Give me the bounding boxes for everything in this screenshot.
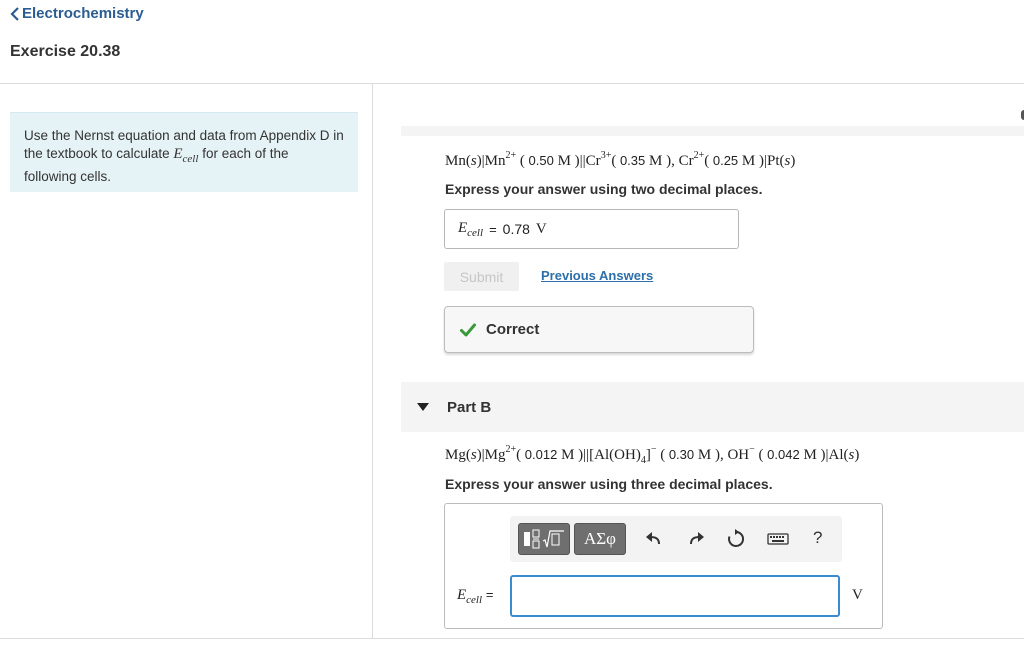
- eq-a-end: ): [790, 153, 796, 169]
- eq-a-t1: Mn(: [445, 153, 471, 169]
- check-icon: [460, 323, 476, 336]
- part-a-unit: V: [535, 220, 547, 237]
- part-a-answer-value: 0.78: [502, 221, 530, 237]
- eq-a-sup3: 2+: [693, 150, 705, 161]
- label-a-sub: cell: [467, 226, 484, 239]
- eq-a-c1: 0.50: [524, 153, 554, 168]
- eq-b-p3: (: [754, 447, 764, 463]
- eq-b-c3: 0.042: [763, 447, 800, 462]
- eq-a-c3: 0.25: [709, 153, 739, 168]
- feedback-status: Correct: [486, 321, 540, 338]
- eq-a-sup1: 2+: [505, 150, 517, 161]
- eq-b-t1: Mg(: [445, 447, 471, 463]
- eq-b-end: ): [854, 447, 860, 463]
- ecell-sub: cell: [182, 153, 199, 165]
- eq-b-sup1: 2+: [505, 444, 517, 455]
- eq-a-p1: (: [516, 153, 525, 169]
- feedback-box: Correct: [444, 306, 754, 353]
- reset-icon[interactable]: [726, 529, 746, 549]
- redo-icon[interactable]: [686, 529, 706, 549]
- collapse-triangle-icon: [417, 403, 429, 411]
- part-b-header[interactable]: Part B: [401, 382, 1024, 432]
- label-b-sub: cell: [466, 594, 483, 606]
- eq-a-m3: M )|Pt(: [738, 153, 785, 169]
- eq-a-m2: M ), Cr: [645, 153, 694, 169]
- eq-a-t2: )|Mn: [476, 153, 506, 169]
- part-b-answer-label: Ecell =: [457, 587, 493, 606]
- part-a-equals: =: [489, 221, 497, 237]
- part-b-title: Part B: [447, 398, 492, 416]
- submit-button[interactable]: Submit: [444, 262, 519, 291]
- eq-b-m3: M )|Al(: [799, 447, 849, 463]
- part-b-unit: V: [852, 587, 863, 603]
- eq-b-t2: )|Mg: [476, 447, 506, 463]
- part-b-equals: =: [485, 587, 494, 602]
- templates-icon: [524, 529, 564, 549]
- part-b-answer-input[interactable]: [510, 575, 840, 617]
- header-divider: [0, 83, 1024, 84]
- exercise-title: Exercise 20.38: [10, 43, 121, 60]
- keyboard-icon[interactable]: [767, 529, 789, 549]
- eq-b-c1: 0.012: [521, 447, 558, 462]
- eq-a-c2: 0.35: [616, 153, 646, 168]
- label-b-main: E: [457, 587, 467, 603]
- part-b-cell-notation: Mg(s)|Mg2+( 0.012 M )||[Al(OH)4]− ( 0.30…: [445, 444, 859, 466]
- bottom-divider: [0, 638, 1024, 639]
- part-a-cell-notation: Mn(s)|Mn2+ ( 0.50 M )||Cr3+( 0.35 M ), C…: [445, 150, 795, 170]
- eq-b-m1: M )||[Al(OH): [557, 447, 641, 463]
- chevron-left-icon: [10, 6, 19, 21]
- math-toolbar: ΑΣφ ?: [510, 516, 842, 562]
- back-link-label: Electrochemistry: [22, 5, 144, 22]
- part-a-instruction: Express your answer using two decimal pl…: [445, 181, 763, 197]
- part-b-instruction: Express your answer using three decimal …: [445, 476, 773, 492]
- label-a-main: E: [458, 219, 468, 236]
- back-link[interactable]: Electrochemistry: [10, 5, 144, 22]
- part-a-answer-label: Ecell: [458, 220, 483, 239]
- help-button[interactable]: ?: [813, 528, 822, 548]
- ecell-variable: Ecell: [173, 146, 199, 165]
- eq-b-c2: 0.30: [665, 447, 695, 462]
- column-divider: [372, 84, 373, 638]
- ecell-main: E: [173, 146, 183, 162]
- part-a-strip: [401, 126, 1024, 136]
- eq-b-m2: M ), OH: [694, 447, 750, 463]
- templates-button[interactable]: [518, 523, 570, 555]
- eq-b-p2: (: [656, 447, 666, 463]
- greek-symbols-button[interactable]: ΑΣφ: [574, 523, 626, 555]
- eq-a-m1: M )||Cr: [553, 153, 601, 169]
- undo-icon[interactable]: [644, 529, 664, 549]
- instructions-panel: Use the Nernst equation and data from Ap…: [10, 112, 358, 192]
- part-a-answer-box[interactable]: Ecell = 0.78 V: [444, 209, 739, 249]
- eq-a-sup2: 3+: [600, 150, 612, 161]
- previous-answers-link[interactable]: Previous Answers: [541, 268, 653, 283]
